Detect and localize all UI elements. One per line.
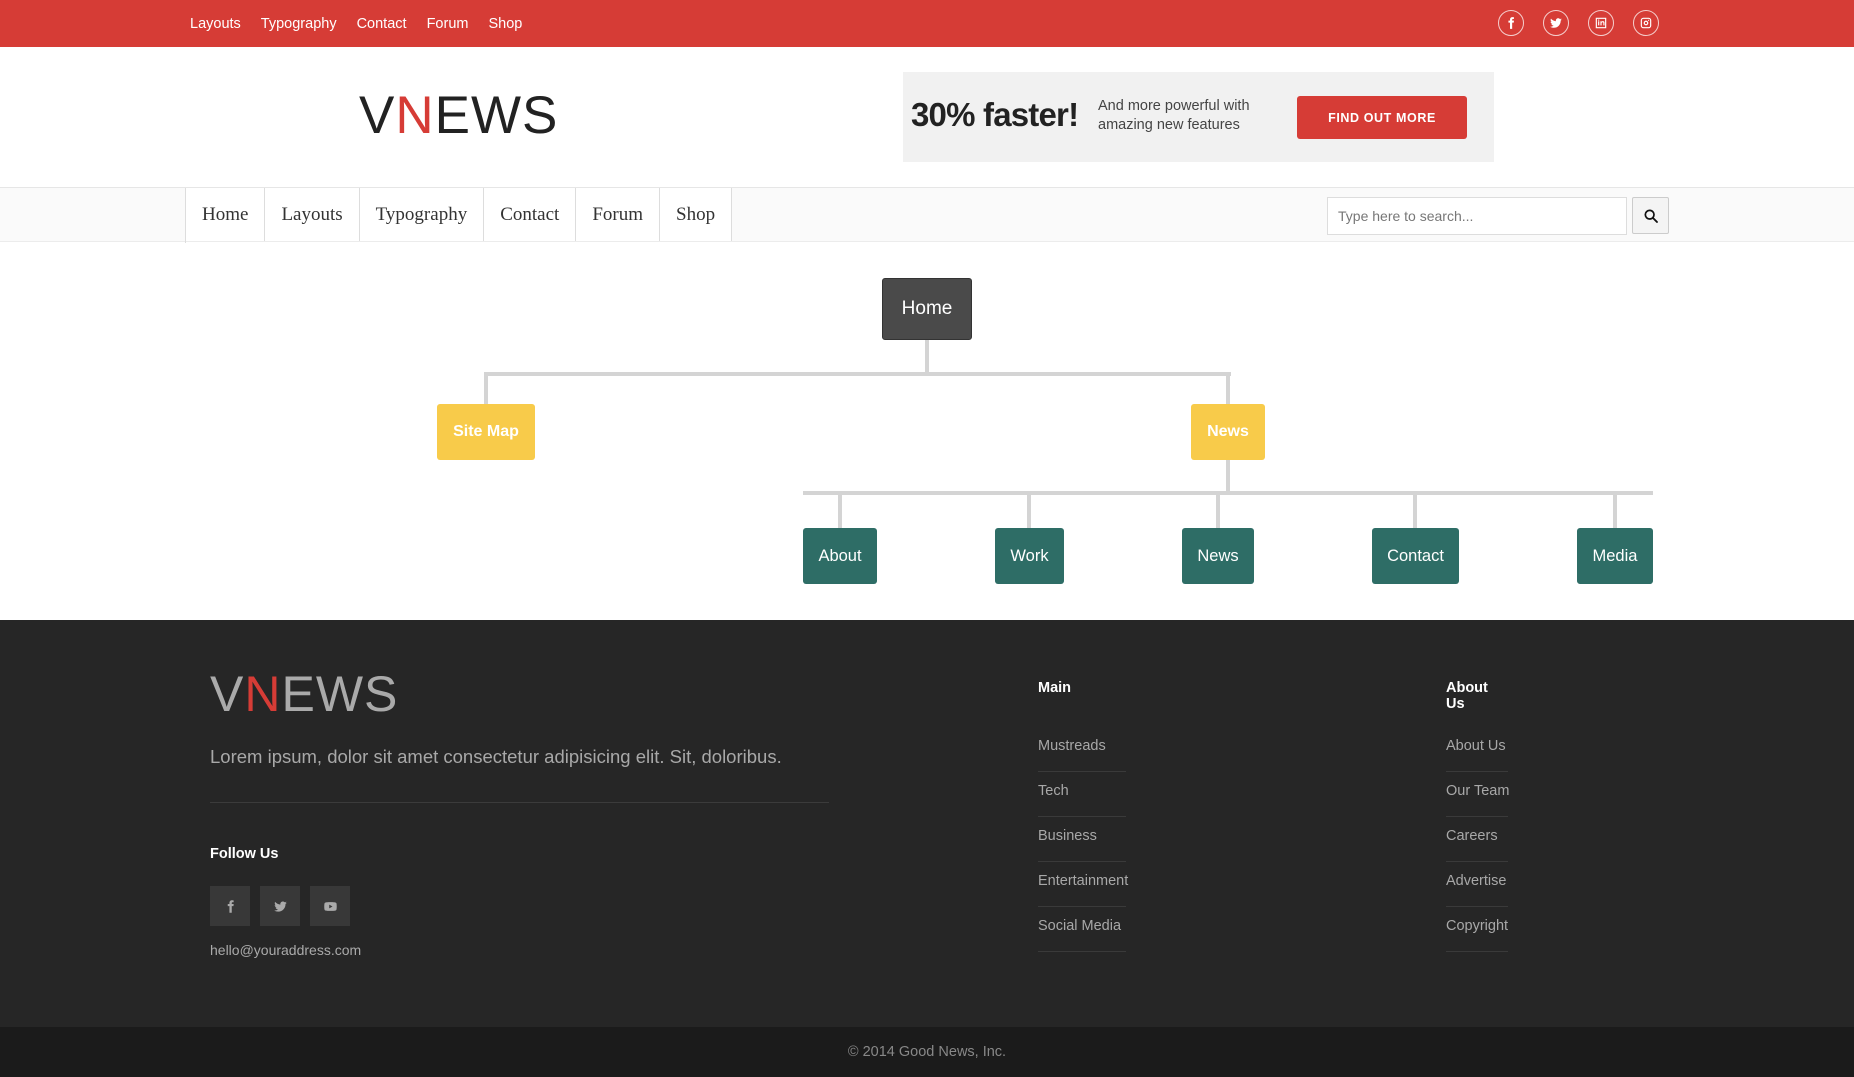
tree-connector [484,372,488,404]
top-link-layouts[interactable]: Layouts [190,16,241,32]
top-link-typography[interactable]: Typography [261,16,337,32]
copyright-text: © 2014 Good News, Inc. [847,1044,1007,1060]
footer-logo[interactable]: VNEWS [210,664,398,724]
search-button[interactable] [1632,197,1669,234]
ad-text: And more powerful with amazing new featu… [1098,98,1250,133]
main-nav: Home Layouts Typography Contact Forum Sh… [0,187,1854,243]
tree-connector [1216,491,1220,528]
top-link-contact[interactable]: Contact [357,16,407,32]
footer: VNEWS Lorem ipsum, dolor sit amet consec… [0,620,1854,1027]
follow-us-title: Follow Us [210,846,279,862]
tree-connector [1226,372,1230,404]
ad-banner: 30% faster! And more powerful with amazi… [903,72,1494,162]
main-nav-menu: Home Layouts Typography Contact Forum Sh… [185,188,733,243]
search-icon [1643,208,1658,223]
footer-link-tech[interactable]: Tech [1038,772,1126,817]
facebook-icon[interactable] [210,886,250,926]
twitter-icon[interactable] [260,886,300,926]
nav-item-home[interactable]: Home [186,188,266,241]
footer-link-entertainment[interactable]: Entertainment [1038,862,1128,907]
youtube-icon[interactable] [310,886,350,926]
footer-link-careers[interactable]: Careers [1446,817,1508,862]
top-link-forum[interactable]: Forum [427,16,469,32]
copyright-bar: © 2014 Good News, Inc. [0,1027,1854,1077]
instagram-icon[interactable] [1633,10,1659,36]
ad-headline: 30% faster! [911,96,1079,133]
tree-connector [1226,458,1230,492]
facebook-icon[interactable] [1498,10,1524,36]
footer-link-about-us[interactable]: About Us [1446,727,1508,772]
footer-divider [210,802,829,803]
site-logo[interactable]: VNEWS [359,86,558,146]
twitter-icon[interactable] [1543,10,1569,36]
footer-link-mustreads[interactable]: Mustreads [1038,727,1126,772]
sitemap-node-news-child[interactable]: News [1182,528,1254,584]
sitemap-node-news[interactable]: News [1191,404,1265,460]
footer-column-main: Main Mustreads Tech Business Entertainme… [1038,680,1128,952]
sitemap-node-about[interactable]: About [803,528,877,584]
footer-email[interactable]: hello@youraddress.com [210,942,361,958]
sitemap-node-contact[interactable]: Contact [1372,528,1459,584]
sitemap-node-media[interactable]: Media [1577,528,1653,584]
footer-about-title: About Us [1446,680,1488,712]
tree-connector [1413,491,1417,528]
top-link-shop[interactable]: Shop [488,16,522,32]
nav-item-shop[interactable]: Shop [660,188,733,241]
tree-connector [484,372,1231,376]
sitemap-node-home[interactable]: Home [882,278,972,340]
linkedin-icon[interactable] [1588,10,1614,36]
nav-item-contact[interactable]: Contact [484,188,577,241]
top-nav: Layouts Typography Contact Forum Shop [190,0,542,47]
tree-connector [838,491,842,528]
top-bar: Layouts Typography Contact Forum Shop [0,0,1854,47]
top-social-links [1498,10,1659,36]
nav-item-layouts[interactable]: Layouts [265,188,360,241]
footer-link-our-team[interactable]: Our Team [1446,772,1509,817]
nav-item-forum[interactable]: Forum [576,188,660,241]
footer-link-copyright[interactable]: Copyright [1446,907,1508,952]
sitemap-node-site-map[interactable]: Site Map [437,404,535,460]
footer-link-advertise[interactable]: Advertise [1446,862,1508,907]
tree-connector [803,491,1653,495]
tree-connector [925,340,929,374]
footer-link-social-media[interactable]: Social Media [1038,907,1126,952]
tree-connector [1027,491,1031,528]
search-input[interactable] [1327,197,1627,235]
tree-connector [1613,491,1617,528]
footer-column-about: About Us About Us Our Team Careers Adver… [1446,680,1509,952]
sitemap-node-work[interactable]: Work [995,528,1064,584]
footer-main-title: Main [1038,680,1072,696]
footer-social-links [210,886,350,926]
footer-description: Lorem ipsum, dolor sit amet consectetur … [210,746,782,767]
find-out-more-button[interactable]: FIND OUT MORE [1297,96,1467,139]
nav-item-typography[interactable]: Typography [359,188,485,241]
footer-link-business[interactable]: Business [1038,817,1126,862]
